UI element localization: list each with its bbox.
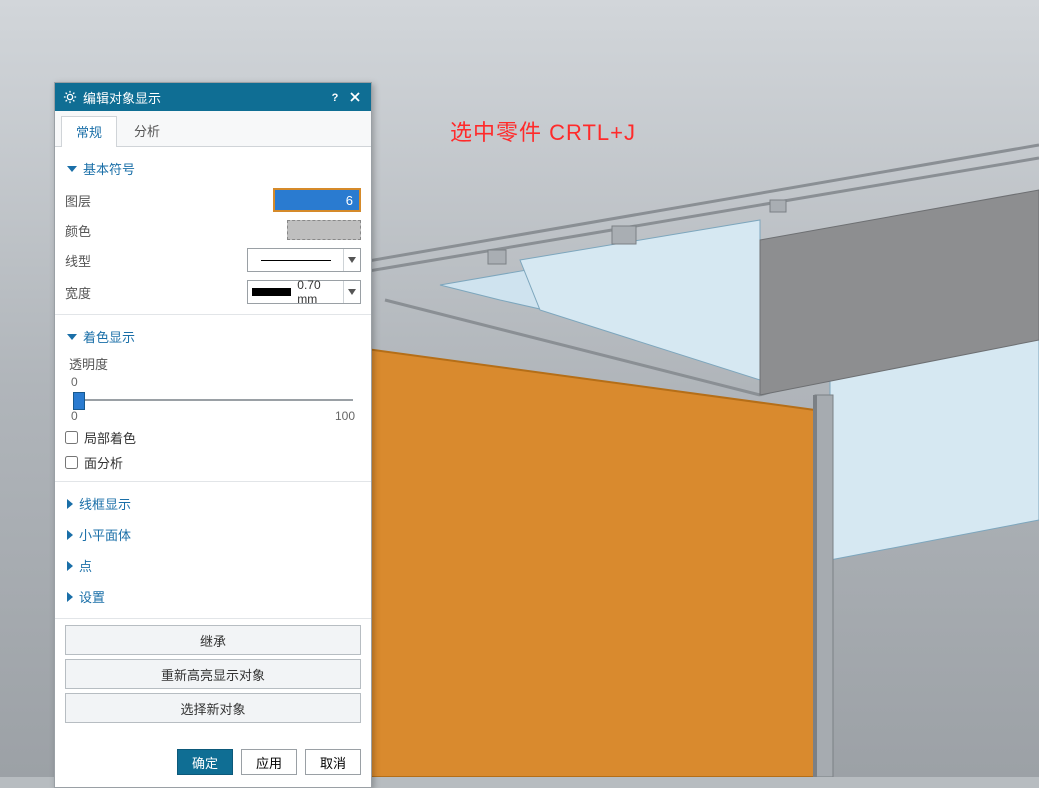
ok-button[interactable]: 确定 (177, 749, 233, 775)
face-analysis-checkbox[interactable] (65, 456, 78, 469)
transparency-tick: 0 (69, 375, 357, 389)
chevron-down-icon (343, 249, 360, 271)
section-shaded-display[interactable]: 着色显示 (65, 321, 361, 352)
chevron-right-icon (67, 592, 73, 602)
dialog-title: 编辑对象显示 (83, 88, 325, 107)
color-swatch[interactable] (287, 220, 361, 240)
section-label: 线框显示 (79, 494, 131, 513)
chevron-right-icon (67, 499, 73, 509)
local-shading-checkbox[interactable] (65, 431, 78, 444)
section-label: 设置 (79, 587, 105, 606)
apply-button[interactable]: 应用 (241, 749, 297, 775)
section-label: 点 (79, 556, 92, 575)
color-label: 颜色 (65, 221, 287, 240)
cancel-button[interactable]: 取消 (305, 749, 361, 775)
slider-min: 0 (71, 409, 78, 423)
slider-thumb[interactable] (73, 392, 85, 410)
linetype-combo[interactable] (247, 248, 361, 272)
chevron-down-icon (67, 166, 77, 172)
close-button[interactable] (345, 87, 365, 107)
inherit-button[interactable]: 继承 (65, 625, 361, 655)
transparency-label: 透明度 (69, 354, 357, 375)
local-shading-label: 局部着色 (84, 428, 136, 447)
edit-object-display-dialog: 编辑对象显示 ? 常规 分析 基本符号 图层 颜色 线型 宽度 (54, 82, 372, 788)
layer-label: 图层 (65, 191, 273, 210)
chevron-right-icon (67, 561, 73, 571)
width-label: 宽度 (65, 283, 247, 302)
chevron-right-icon (67, 530, 73, 540)
width-value: 0.70 mm (297, 278, 339, 306)
section-facet[interactable]: 小平面体 (65, 519, 361, 550)
dialog-titlebar[interactable]: 编辑对象显示 ? (55, 83, 371, 111)
section-label: 着色显示 (83, 327, 135, 346)
width-combo[interactable]: 0.70 mm (247, 280, 361, 304)
annotation-text: 选中零件 CRTL+J (450, 115, 636, 147)
section-label: 小平面体 (79, 525, 131, 544)
face-analysis-label: 面分析 (84, 453, 123, 472)
dialog-tabs: 常规 分析 (55, 111, 371, 147)
chevron-down-icon (343, 281, 360, 303)
svg-text:?: ? (332, 92, 339, 103)
tab-analysis[interactable]: 分析 (119, 115, 175, 146)
transparency-slider[interactable] (73, 391, 353, 409)
chevron-down-icon (67, 334, 77, 340)
section-wireframe[interactable]: 线框显示 (65, 488, 361, 519)
tab-general[interactable]: 常规 (61, 116, 117, 147)
layer-input[interactable] (273, 188, 361, 212)
slider-max: 100 (335, 409, 355, 423)
linetype-preview (261, 260, 331, 261)
section-settings[interactable]: 设置 (65, 581, 361, 612)
gear-icon (63, 90, 77, 104)
section-label: 基本符号 (83, 159, 135, 178)
dialog-footer: 确定 应用 取消 (55, 737, 371, 787)
section-basic-symbol[interactable]: 基本符号 (65, 153, 361, 184)
linetype-label: 线型 (65, 251, 247, 270)
select-new-object-button[interactable]: 选择新对象 (65, 693, 361, 723)
lineweight-preview (252, 288, 291, 296)
help-button[interactable]: ? (325, 87, 345, 107)
section-point[interactable]: 点 (65, 550, 361, 581)
rehighlight-button[interactable]: 重新高亮显示对象 (65, 659, 361, 689)
